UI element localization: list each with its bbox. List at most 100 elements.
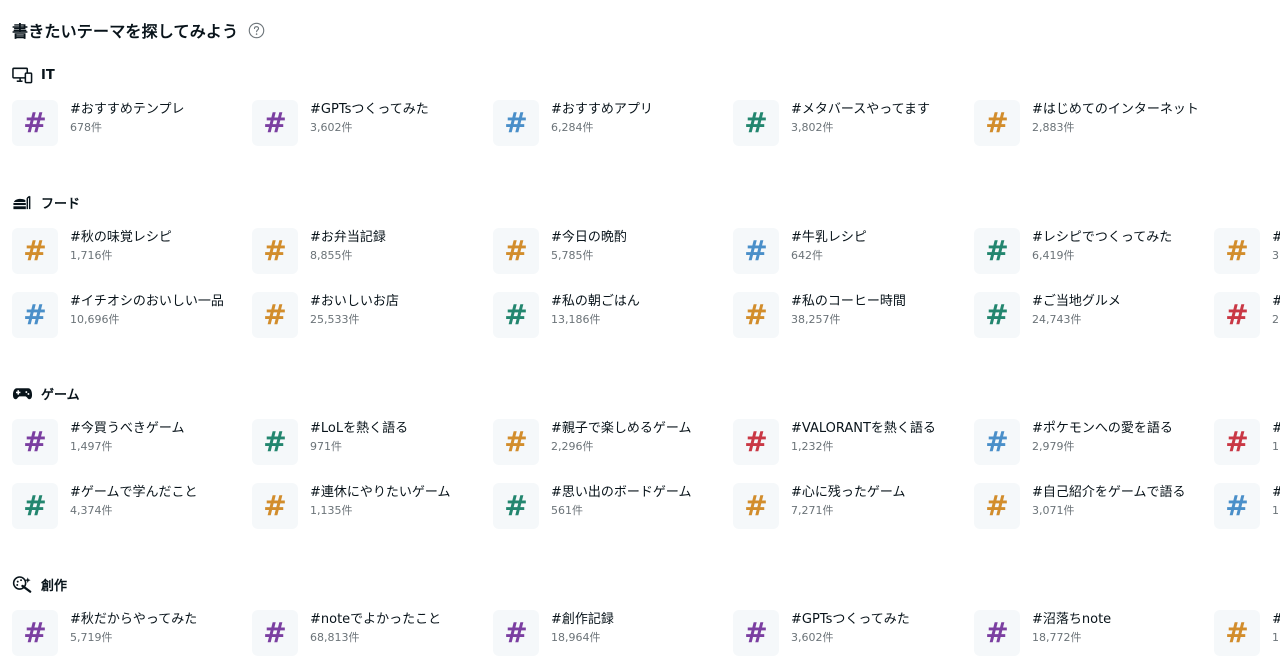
- hashtag-count: 2,296件: [551, 440, 594, 453]
- hashtag-count: 1,497件: [70, 440, 113, 453]
- hashtag-name: #: [1272, 294, 1280, 310]
- hashtag-icon: #: [12, 292, 58, 338]
- hashtag-card[interactable]: # # 1: [1214, 419, 1280, 465]
- hashtag-card[interactable]: # #ポケモンへの愛を語る 2,979件: [974, 419, 1204, 465]
- hashtag-count: 5,785件: [551, 249, 594, 262]
- hashtag-icon: #: [1214, 483, 1260, 529]
- hashtag-count: 8,855件: [310, 249, 353, 262]
- hashtag-card[interactable]: # #心に残ったゲーム 7,271件: [733, 483, 963, 529]
- hashtag-icon: #: [493, 100, 539, 146]
- hashtag-card[interactable]: # #おいしいお店 25,533件: [252, 292, 482, 338]
- hashtag-icon: #: [1214, 292, 1260, 338]
- hashtag-card[interactable]: # # 3: [1214, 228, 1280, 274]
- hashtag-card[interactable]: # #親子で楽しめるゲーム 2,296件: [493, 419, 723, 465]
- hashtag-name: #はじめてのインターネット: [1032, 102, 1199, 117]
- hashtag-icon: #: [733, 292, 779, 338]
- hashtag-icon: #: [12, 419, 58, 465]
- hashtag-count: 13,186件: [551, 313, 601, 326]
- hashtag-card[interactable]: # #沼落ちnote 18,772件: [974, 610, 1204, 656]
- hashtag-card[interactable]: # #レシピでつくってみた 6,419件: [974, 228, 1204, 274]
- hashtag-card[interactable]: # #イチオシのおいしい一品 10,696件: [12, 292, 242, 338]
- hashtag-card[interactable]: # #おすすめテンプレ 678件: [12, 100, 242, 146]
- hashtag-name: #メタバースやってます: [791, 102, 930, 117]
- hashtag-icon: #: [974, 610, 1020, 656]
- hashtag-icon: #: [252, 292, 298, 338]
- hashtag-count: 68,813件: [310, 631, 360, 644]
- hashtag-card[interactable]: # #今日の晩酌 5,785件: [493, 228, 723, 274]
- hashtag-card[interactable]: # # 1: [1214, 610, 1280, 656]
- hashtag-name: #自己紹介をゲームで語る: [1032, 485, 1186, 500]
- hashtag-name: #GPTsつくってみた: [791, 612, 910, 627]
- hashtag-count: 3,071件: [1032, 504, 1075, 517]
- section-creation: 創作 # #秋だからやってみた 5,719件 # #noteでよかったこと 68…: [12, 575, 1280, 656]
- hashtag-name: #秋だからやってみた: [70, 612, 198, 627]
- hashtag-name: #おすすめアプリ: [551, 102, 653, 117]
- hashtag-count: 18,772件: [1032, 631, 1082, 644]
- hashtag-card[interactable]: # # 1: [1214, 483, 1280, 529]
- hashtag-count: 1,232件: [791, 440, 834, 453]
- hashtag-icon: #: [493, 292, 539, 338]
- section-header: IT: [12, 66, 1280, 84]
- hashtag-row: # #秋の味覚レシピ 1,716件 # #お弁当記録 8,855件 # #今日の…: [12, 228, 1280, 274]
- hashtag-icon: #: [974, 483, 1020, 529]
- hashtag-card[interactable]: # #連休にやりたいゲーム 1,135件: [252, 483, 482, 529]
- hashtag-name: #私のコーヒー時間: [791, 294, 906, 309]
- hashtag-name: #今買うべきゲーム: [70, 421, 185, 436]
- hashtag-card[interactable]: # #GPTsつくってみた 3,602件: [733, 610, 963, 656]
- hashtag-count: 4,374件: [70, 504, 113, 517]
- hashtag-name: #: [1272, 612, 1280, 628]
- hashtag-card[interactable]: # #秋だからやってみた 5,719件: [12, 610, 242, 656]
- hashtag-name: #思い出のボードゲーム: [551, 485, 692, 500]
- hashtag-icon: #: [12, 228, 58, 274]
- hashtag-card[interactable]: # # 2: [1214, 292, 1280, 338]
- hashtag-card[interactable]: # #メタバースやってます 3,802件: [733, 100, 963, 146]
- hashtag-card[interactable]: # #おすすめアプリ 6,284件: [493, 100, 723, 146]
- section-title-game: ゲーム: [41, 387, 80, 403]
- hashtag-icon: #: [974, 228, 1020, 274]
- hashtag-name: #レシピでつくってみた: [1032, 230, 1173, 245]
- page-header: 書きたいテーマを探してみよう: [12, 18, 265, 42]
- hashtag-name: #ポケモンへの愛を語る: [1032, 421, 1173, 436]
- hashtag-card[interactable]: # #自己紹介をゲームで語る 3,071件: [974, 483, 1204, 529]
- hashtag-card[interactable]: # #GPTsつくってみた 3,602件: [252, 100, 482, 146]
- hashtag-card[interactable]: # #私のコーヒー時間 38,257件: [733, 292, 963, 338]
- section-header: ゲーム: [12, 384, 1280, 403]
- hashtag-icon: #: [733, 610, 779, 656]
- hashtag-card[interactable]: # #はじめてのインターネット 2,883件: [974, 100, 1204, 146]
- section-it: IT # #おすすめテンプレ 678件 # #GPTsつくってみた 3,602件…: [12, 66, 1280, 146]
- hashtag-count: 2,979件: [1032, 440, 1075, 453]
- hashtag-card[interactable]: # #今買うべきゲーム 1,497件: [12, 419, 242, 465]
- hashtag-icon: #: [12, 100, 58, 146]
- section-header: フード: [12, 193, 1280, 212]
- hashtag-name: #おいしいお店: [310, 294, 399, 309]
- section-food: フード # #秋の味覚レシピ 1,716件 # #お弁当記録 8,855件 # …: [12, 193, 1280, 338]
- hashtag-card[interactable]: # #noteでよかったこと 68,813件: [252, 610, 482, 656]
- hashtag-name: #牛乳レシピ: [791, 230, 867, 245]
- hashtag-card[interactable]: # #VALORANTを熱く語る 1,232件: [733, 419, 963, 465]
- hashtag-card[interactable]: # #お弁当記録 8,855件: [252, 228, 482, 274]
- help-icon[interactable]: [248, 22, 265, 39]
- hashtag-name: #: [1272, 230, 1280, 246]
- hashtag-count: 5,719件: [70, 631, 113, 644]
- hashtag-icon: #: [1214, 610, 1260, 656]
- hashtag-card[interactable]: # #思い出のボードゲーム 561件: [493, 483, 723, 529]
- hashtag-card[interactable]: # #牛乳レシピ 642件: [733, 228, 963, 274]
- hashtag-name: #親子で楽しめるゲーム: [551, 421, 692, 436]
- hashtag-row: # #秋だからやってみた 5,719件 # #noteでよかったこと 68,81…: [12, 610, 1280, 656]
- hashtag-name: #秋の味覚レシピ: [70, 230, 172, 245]
- hashtag-card[interactable]: # #ご当地グルメ 24,743件: [974, 292, 1204, 338]
- hashtag-icon: #: [493, 483, 539, 529]
- hashtag-row: # #イチオシのおいしい一品 10,696件 # #おいしいお店 25,533件…: [12, 292, 1280, 338]
- hashtag-count: 18,964件: [551, 631, 601, 644]
- hashtag-count: 7,271件: [791, 504, 834, 517]
- hashtag-name: #ご当地グルメ: [1032, 294, 1121, 309]
- devices-icon: [12, 66, 33, 84]
- hashtag-card[interactable]: # #秋の味覚レシピ 1,716件: [12, 228, 242, 274]
- hashtag-card[interactable]: # #LoLを熱く語る 971件: [252, 419, 482, 465]
- hashtag-card[interactable]: # #創作記録 18,964件: [493, 610, 723, 656]
- hashtag-icon: #: [252, 419, 298, 465]
- hashtag-name: #VALORANTを熱く語る: [791, 421, 936, 436]
- hashtag-count: 561件: [551, 504, 583, 517]
- hashtag-card[interactable]: # #私の朝ごはん 13,186件: [493, 292, 723, 338]
- hashtag-card[interactable]: # #ゲームで学んだこと 4,374件: [12, 483, 242, 529]
